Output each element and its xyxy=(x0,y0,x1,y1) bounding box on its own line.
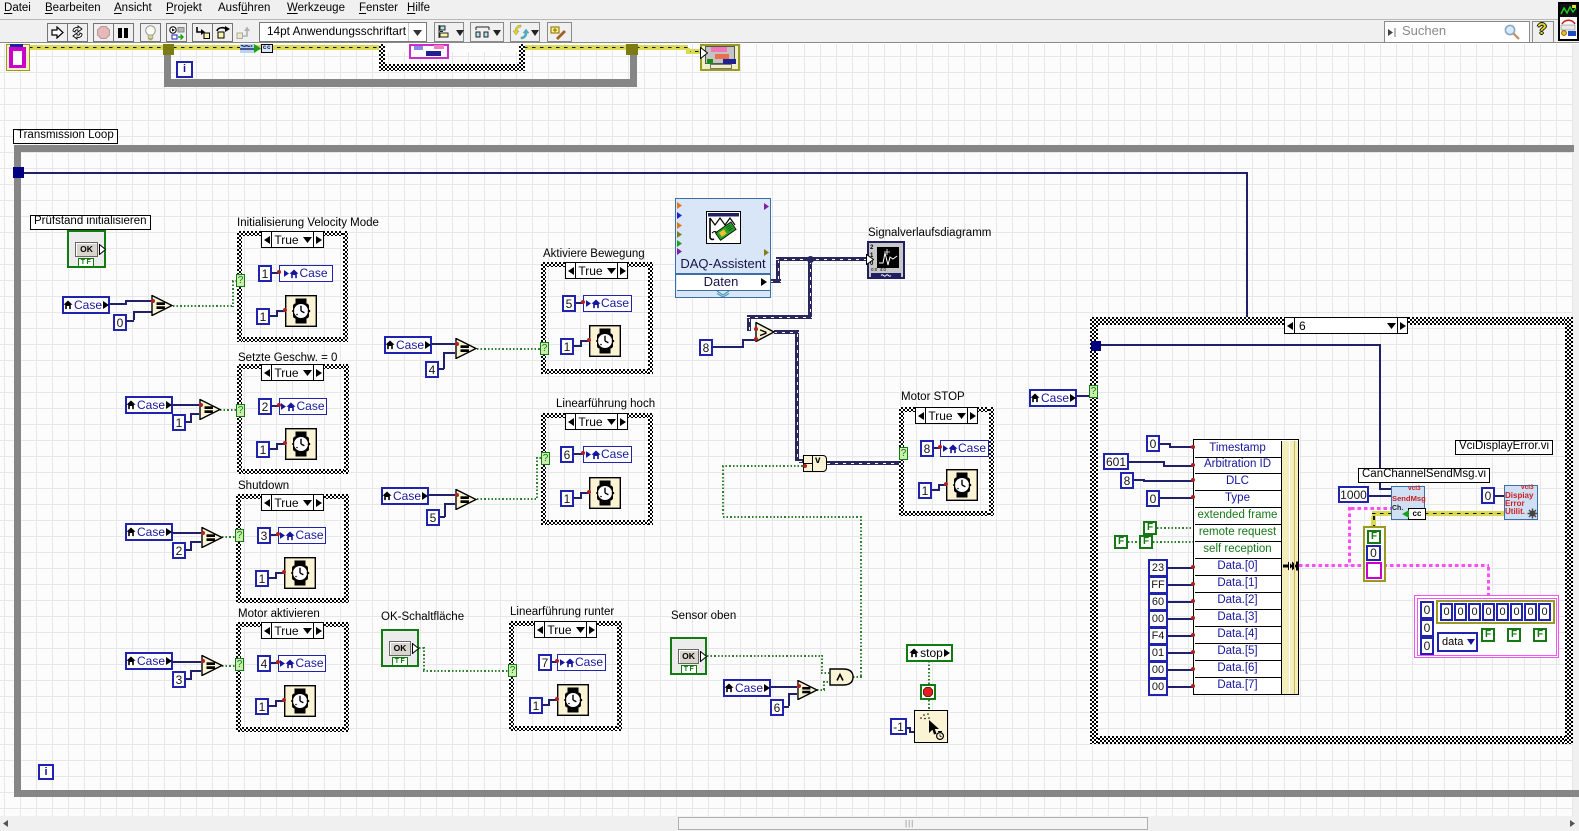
svg-text:>: > xyxy=(760,325,768,340)
